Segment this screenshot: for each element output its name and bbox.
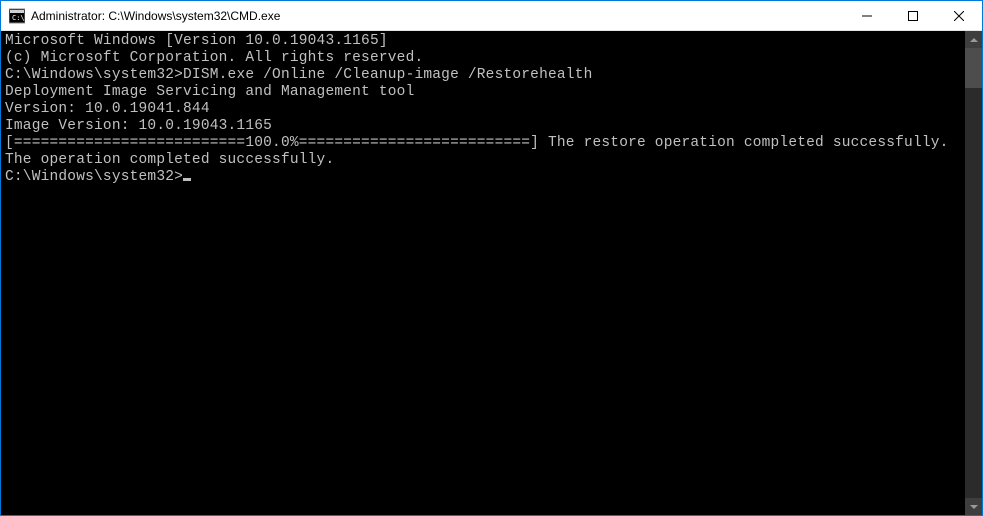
output-line: Image Version: 10.0.19043.1165 (5, 118, 965, 135)
cursor (183, 178, 191, 181)
scroll-down-button[interactable] (965, 498, 982, 515)
vertical-scrollbar[interactable] (965, 31, 982, 515)
window-controls (844, 1, 982, 30)
scroll-up-button[interactable] (965, 31, 982, 48)
titlebar[interactable]: C:\ Administrator: C:\Windows\system32\C… (1, 1, 982, 31)
console-area: Microsoft Windows [Version 10.0.19043.11… (1, 31, 982, 515)
maximize-button[interactable] (890, 1, 936, 30)
close-button[interactable] (936, 1, 982, 30)
minimize-button[interactable] (844, 1, 890, 30)
output-line: The operation completed successfully. (5, 152, 965, 169)
output-line: Microsoft Windows [Version 10.0.19043.11… (5, 33, 965, 50)
scrollbar-thumb[interactable] (965, 48, 982, 88)
console-output[interactable]: Microsoft Windows [Version 10.0.19043.11… (1, 31, 965, 515)
cmd-window: C:\ Administrator: C:\Windows\system32\C… (1, 1, 982, 515)
scrollbar-track[interactable] (965, 48, 982, 498)
cmd-icon: C:\ (9, 8, 25, 24)
output-line: Version: 10.0.19041.844 (5, 101, 965, 118)
prompt: C:\Windows\system32> (5, 169, 183, 185)
prompt-line: C:\Windows\system32> (5, 169, 965, 186)
output-line: (c) Microsoft Corporation. All rights re… (5, 50, 965, 67)
prompt-line: C:\Windows\system32>DISM.exe /Online /Cl… (5, 67, 965, 84)
output-line: Deployment Image Servicing and Managemen… (5, 84, 965, 101)
progress-line: [==========================100.0%=======… (5, 135, 965, 152)
command-text: DISM.exe /Online /Cleanup-image /Restore… (183, 67, 592, 83)
window-title: Administrator: C:\Windows\system32\CMD.e… (31, 9, 844, 23)
svg-text:C:\: C:\ (12, 14, 25, 22)
prompt: C:\Windows\system32> (5, 67, 183, 83)
